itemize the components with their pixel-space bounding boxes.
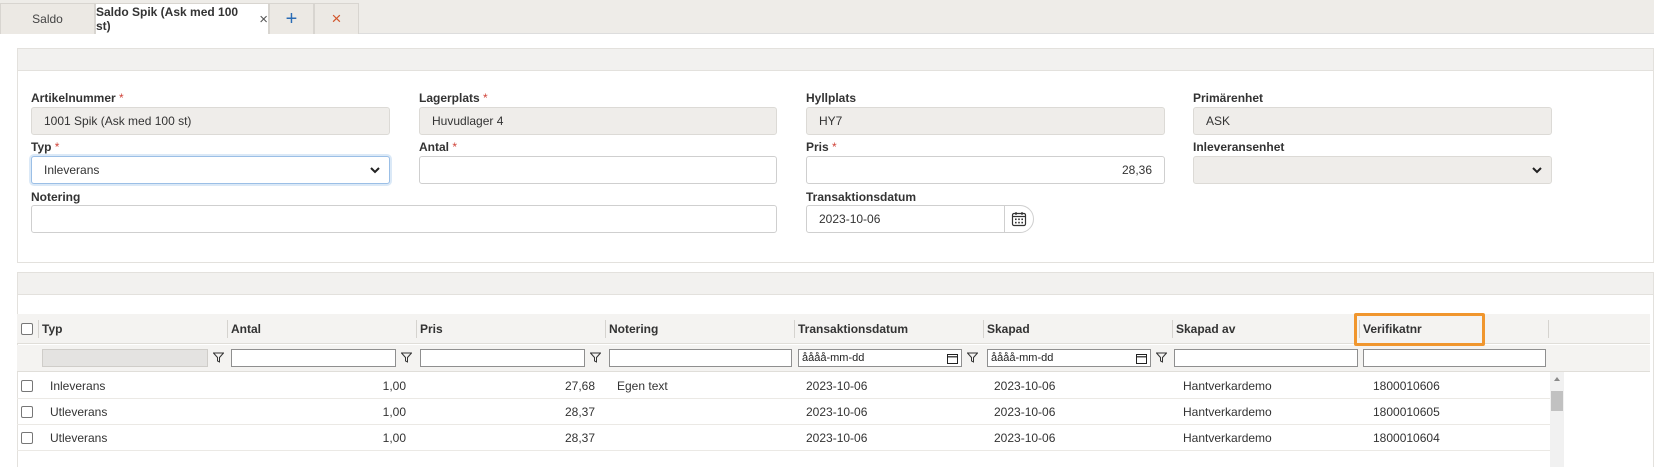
cell-verifikatnr: 1800010604	[1373, 431, 1440, 445]
table-row[interactable]: Inleverans 1,00 27,68 Egen text 2023-10-…	[17, 373, 1550, 399]
cell-transaktionsdatum: 2023-10-06	[806, 431, 868, 445]
table-row[interactable]: Utleverans 1,00 28,37 2023-10-06 2023-10…	[17, 425, 1550, 451]
notering-label: Notering	[31, 190, 81, 204]
cell-antal: 1,00	[382, 431, 406, 445]
artikelnummer-label: Artikelnummer *	[31, 91, 124, 105]
tab-saldo-spik[interactable]: Saldo Spik (Ask med 100 st) ×	[95, 3, 269, 34]
add-tab-button[interactable]: +	[269, 3, 314, 34]
filter-notering-input[interactable]	[609, 349, 792, 367]
tab-label: Saldo	[32, 12, 63, 26]
select-all-checkbox[interactable]	[21, 323, 33, 335]
column-header-notering[interactable]: Notering	[609, 314, 658, 344]
typ-selected-value: Inleverans	[44, 163, 100, 177]
cell-antal: 1,00	[382, 405, 406, 419]
form-panel-header	[18, 49, 1653, 71]
primarenhet-field: ASK	[1193, 107, 1552, 135]
required-mark: *	[54, 140, 60, 154]
notering-input[interactable]	[31, 205, 777, 233]
close-all-tabs-button[interactable]: ×	[314, 3, 359, 34]
cell-notering: Egen text	[617, 379, 668, 393]
grid-panel-header	[18, 273, 1653, 295]
artikelnummer-field: 1001 Spik (Ask med 100 st)	[31, 107, 390, 135]
filter-pris-input[interactable]	[420, 349, 585, 367]
cell-skapad: 2023-10-06	[994, 405, 1056, 419]
lagerplats-label: Lagerplats *	[419, 91, 488, 105]
cell-skapad-av: Hantverkardemo	[1183, 379, 1272, 393]
date-placeholder: åååå-mm-dd	[802, 352, 865, 364]
grid-scrollbar[interactable]	[1550, 372, 1564, 467]
filter-transaktionsdatum-input[interactable]: åååå-mm-dd	[798, 349, 962, 367]
cell-verifikatnr: 1800010605	[1373, 405, 1440, 419]
required-mark: *	[832, 140, 837, 154]
chevron-down-icon	[1532, 167, 1542, 174]
cell-skapad: 2023-10-06	[994, 431, 1056, 445]
column-header-skapad[interactable]: Skapad	[987, 314, 1030, 344]
row-checkbox[interactable]	[21, 406, 33, 418]
antal-input[interactable]	[419, 156, 777, 184]
cell-skapad: 2023-10-06	[994, 379, 1056, 393]
scroll-up-icon[interactable]	[1550, 372, 1564, 386]
column-header-antal[interactable]: Antal	[231, 314, 261, 344]
filter-icon[interactable]	[1156, 352, 1167, 363]
cell-skapad-av: Hantverkardemo	[1183, 431, 1272, 445]
filter-icon[interactable]	[401, 352, 412, 363]
filter-icon[interactable]	[967, 352, 978, 363]
filter-icon[interactable]	[590, 352, 601, 363]
inleveransenhet-select[interactable]	[1193, 156, 1552, 184]
required-mark: *	[452, 140, 458, 154]
date-picker-button[interactable]	[1004, 205, 1034, 233]
cell-verifikatnr: 1800010606	[1373, 379, 1440, 393]
cell-skapad-av: Hantverkardemo	[1183, 405, 1272, 419]
cell-typ: Utleverans	[50, 405, 108, 419]
column-header-transaktionsdatum[interactable]: Transaktionsdatum	[798, 314, 908, 344]
filter-skapad-input[interactable]: åååå-mm-dd	[987, 349, 1151, 367]
scroll-thumb[interactable]	[1551, 391, 1563, 411]
chevron-down-icon	[370, 167, 380, 174]
cell-pris: 28,37	[564, 405, 595, 419]
cell-typ: Inleverans	[50, 379, 106, 393]
typ-label: Typ *	[31, 140, 60, 154]
cell-antal: 1,00	[382, 379, 406, 393]
required-mark: *	[119, 91, 124, 105]
filter-icon[interactable]	[213, 352, 224, 363]
cell-transaktionsdatum: 2023-10-06	[806, 405, 868, 419]
cell-pris: 27,68	[564, 379, 595, 393]
row-checkbox[interactable]	[21, 432, 33, 444]
filter-typ-input	[42, 349, 208, 367]
row-checkbox[interactable]	[21, 380, 33, 392]
primarenhet-label: Primärenhet	[1193, 91, 1264, 105]
tab-label: Saldo Spik (Ask med 100 st)	[96, 5, 239, 33]
column-header-typ[interactable]: Typ	[42, 314, 62, 344]
pris-input[interactable]: 28,36	[806, 156, 1165, 184]
required-mark: *	[483, 91, 488, 105]
transaktionsdatum-input[interactable]: 2023-10-06	[806, 205, 1005, 233]
table-row[interactable]: Utleverans 1,00 28,37 2023-10-06 2023-10…	[17, 399, 1550, 425]
column-header-skapad-av[interactable]: Skapad av	[1176, 314, 1235, 344]
hyllplats-field: HY7	[806, 107, 1165, 135]
verifikatnr-highlight-box	[1354, 313, 1485, 346]
cell-pris: 28,37	[564, 431, 595, 445]
pris-label: Pris *	[806, 140, 837, 154]
lagerplats-field: Huvudlager 4	[419, 107, 777, 135]
column-header-pris[interactable]: Pris	[420, 314, 443, 344]
calendar-icon	[1011, 212, 1027, 227]
cell-transaktionsdatum: 2023-10-06	[806, 379, 868, 393]
transaktionsdatum-label: Transaktionsdatum	[806, 190, 917, 204]
tab-bar: Saldo Saldo Spik (Ask med 100 st) × + ×	[0, 0, 1654, 34]
grid-filter-row: åååå-mm-dd åååå-mm-dd	[17, 345, 1650, 372]
close-tab-icon[interactable]: ×	[259, 11, 268, 28]
calendar-icon[interactable]	[1136, 353, 1147, 364]
antal-label: Antal *	[419, 140, 458, 154]
filter-antal-input[interactable]	[231, 349, 396, 367]
typ-select[interactable]: Inleverans	[31, 156, 390, 184]
filter-skapad-av-input[interactable]	[1174, 349, 1358, 367]
filter-verifikatnr-input[interactable]	[1363, 349, 1546, 367]
tab-saldo[interactable]: Saldo	[0, 3, 95, 34]
inleveransenhet-label: Inleveransenhet	[1193, 140, 1285, 154]
calendar-icon[interactable]	[947, 353, 958, 364]
hyllplats-label: Hyllplats	[806, 91, 857, 105]
date-placeholder: åååå-mm-dd	[991, 352, 1054, 364]
cell-typ: Utleverans	[50, 431, 108, 445]
